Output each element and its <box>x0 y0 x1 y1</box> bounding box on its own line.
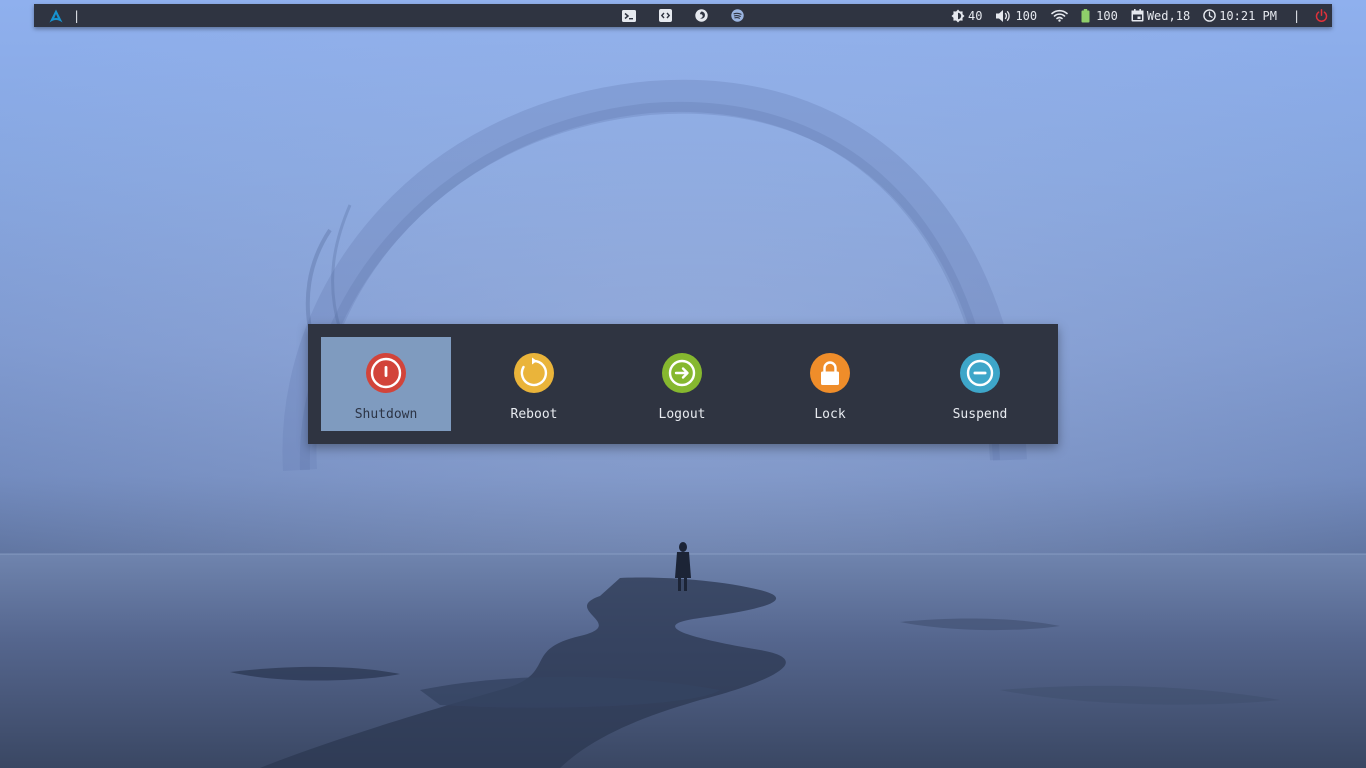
brightness-module[interactable]: 40 <box>951 9 982 23</box>
power-menu-dialog: Shutdown Reboot Logout Lock Suspend <box>308 324 1058 444</box>
clock-icon <box>1203 9 1216 22</box>
power-icon <box>366 353 406 393</box>
date-module[interactable]: Wed,18 <box>1131 9 1190 23</box>
logout-label: Logout <box>658 407 706 422</box>
volume-value: 100 <box>1015 8 1038 23</box>
launcher-group <box>622 4 744 27</box>
lock-icon <box>810 353 850 393</box>
power-menu-icon[interactable] <box>1315 9 1328 22</box>
brightness-value: 40 <box>968 8 983 23</box>
suspend-icon <box>960 353 1000 393</box>
time-value: 10:21 PM <box>1219 8 1277 23</box>
right-modules: 40 100 100 Wed,18 10:21 PM | <box>951 4 1328 27</box>
desktop: | 40 100 100 Wed,18 10:21 PM | Shutdown … <box>0 0 1366 768</box>
logout-icon <box>662 353 702 393</box>
wifi-module[interactable] <box>1051 9 1068 22</box>
arch-linux-logo-icon[interactable] <box>48 8 64 24</box>
code-editor-icon[interactable] <box>659 9 672 22</box>
volume-icon <box>995 9 1012 23</box>
top-panel: | 40 100 100 Wed,18 10:21 PM | <box>34 4 1332 27</box>
battery-icon <box>1081 8 1090 23</box>
logout-option[interactable]: Logout <box>617 337 747 431</box>
terminal-icon[interactable] <box>622 9 636 22</box>
date-value: Wed,18 <box>1146 8 1191 23</box>
reboot-icon <box>514 353 554 393</box>
calendar-icon <box>1131 9 1144 22</box>
lock-option[interactable]: Lock <box>765 337 895 431</box>
firefox-icon[interactable] <box>695 9 708 22</box>
separator: | <box>1292 8 1301 23</box>
volume-module[interactable]: 100 <box>995 9 1037 23</box>
suspend-option[interactable]: Suspend <box>915 337 1045 431</box>
reboot-label: Reboot <box>510 407 558 422</box>
lock-label: Lock <box>814 407 846 422</box>
reboot-option[interactable]: Reboot <box>469 337 599 431</box>
brightness-icon <box>951 9 965 23</box>
spotify-icon[interactable] <box>731 9 744 22</box>
separator: | <box>73 8 81 23</box>
battery-value: 100 <box>1096 8 1118 23</box>
shutdown-option[interactable]: Shutdown <box>321 337 451 431</box>
clock-module[interactable]: 10:21 PM <box>1203 9 1277 23</box>
wifi-icon <box>1051 9 1068 22</box>
shutdown-label: Shutdown <box>354 407 418 422</box>
left-modules: | <box>48 4 80 27</box>
battery-module[interactable]: 100 <box>1081 8 1118 23</box>
suspend-label: Suspend <box>952 407 1008 422</box>
